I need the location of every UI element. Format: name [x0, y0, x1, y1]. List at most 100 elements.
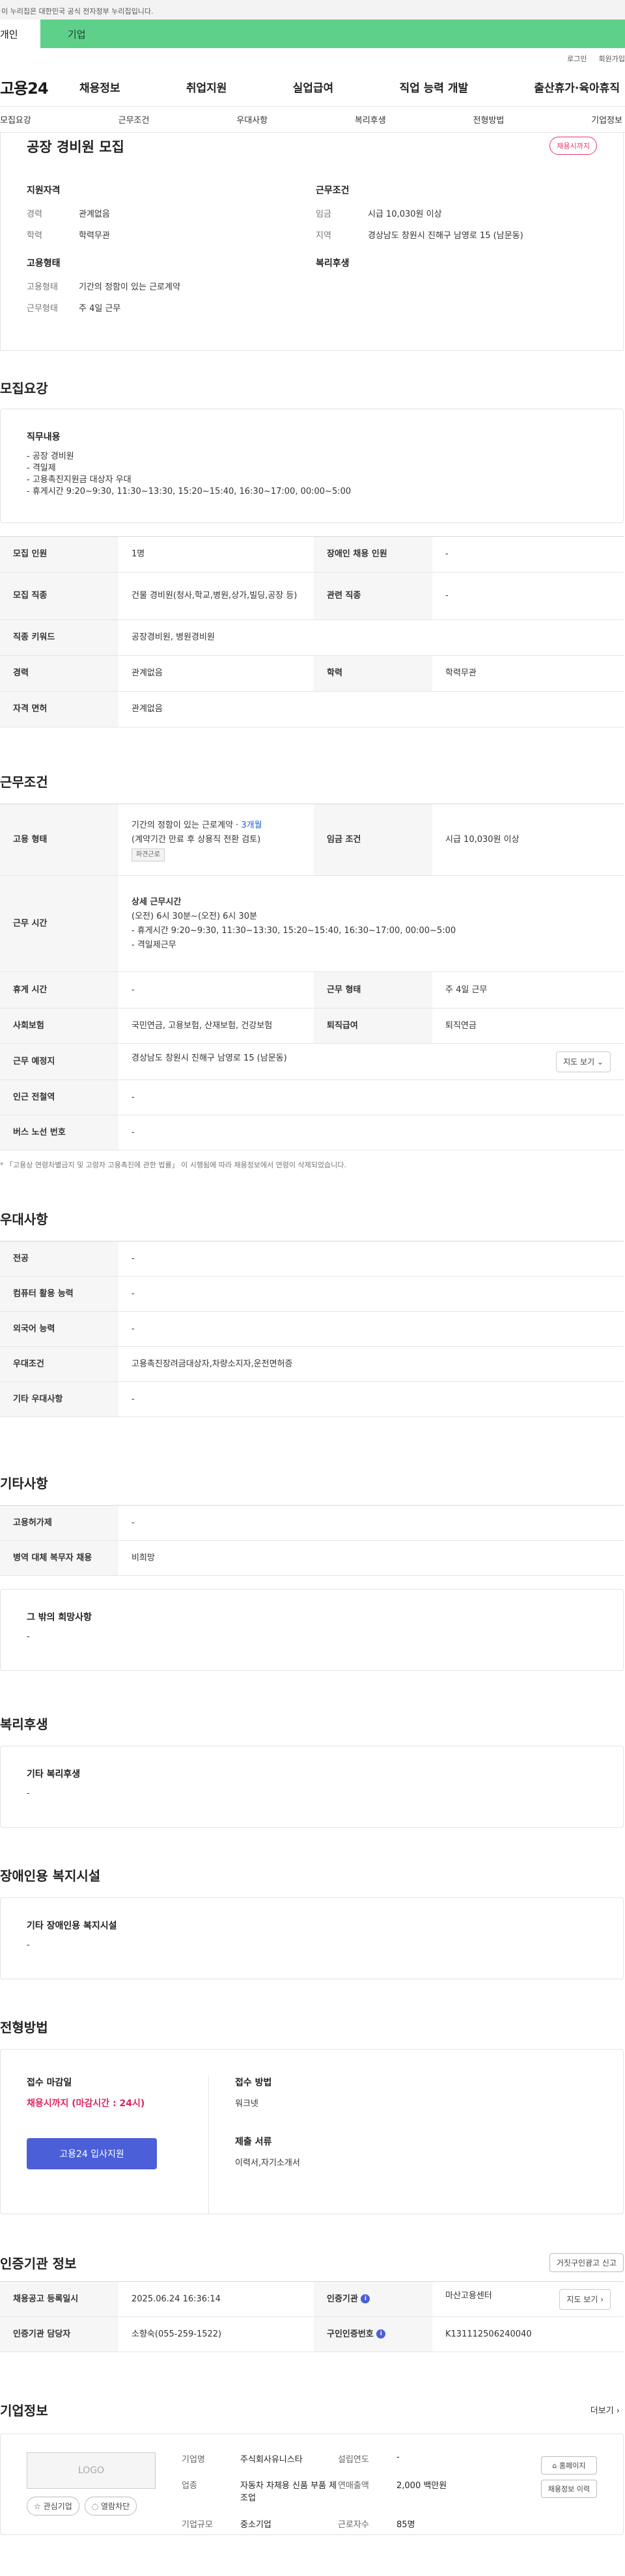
signup-link[interactable]: 회원가입: [599, 53, 625, 68]
gnb-item-vocational-training[interactable]: 직업 능력 개발: [399, 79, 468, 95]
disability-box-title: 기타 장애인용 복지시설: [27, 1921, 117, 1931]
td-related: -: [432, 572, 624, 620]
th-wage: 임금 조건: [314, 804, 432, 876]
duty-line: - 휴게시간 9:20~9:30, 11:30~13:30, 15:20~15:…: [27, 487, 352, 496]
founded-label: 설립연도: [338, 2455, 369, 2465]
td-break: -: [118, 971, 314, 1009]
table-row: 경력 관계없음 학력 학력무관: [0, 655, 624, 692]
kv-value: 시급 10,030원 이상: [368, 210, 442, 219]
anchor-conditions[interactable]: 근무조건: [118, 113, 150, 126]
docs-label: 제출 서류: [235, 2137, 272, 2147]
kv-value: 관계없음: [79, 210, 110, 219]
anchor-screening[interactable]: 전형방법: [473, 113, 505, 126]
table-row: 기타 우대사항 -: [0, 1381, 624, 1417]
kv-key: 지역: [316, 231, 331, 241]
other-title: 기타사항: [0, 1476, 48, 1491]
sales-label: 연매출액: [338, 2481, 369, 2491]
recruit-table: 모집 인원 1명 장애인 채용 인원 - 모집 직종 건물 경비원(청사,학교,…: [0, 536, 624, 727]
interest-company-button[interactable]: ☆ 관심기업: [27, 2497, 79, 2515]
kv-key: 임금: [316, 210, 331, 219]
td-reg-date: 2025.06.24 16:36:14: [118, 2281, 314, 2317]
login-link[interactable]: 로그인: [567, 53, 587, 68]
td-work-time: 상세 근무시간 (오전) 6시 30분~(오전) 6시 30분 - 휴게시간 9…: [118, 875, 624, 972]
block-view-button[interactable]: ◌ 열람차단: [84, 2497, 137, 2515]
company-section: 기업정보 더보기 › LOGO ☆ 관심기업 ◌ 열람차단 기업명 주식회사유니스…: [0, 2400, 625, 2535]
disability-box: 기타 장애인용 복지시설 -: [0, 1897, 624, 1979]
th-agency: 인증기관 i: [314, 2281, 432, 2317]
conditions-heading: 근무조건: [316, 185, 350, 196]
anchor-recruit[interactable]: 모집요강: [0, 113, 31, 126]
preference-title: 우대사항: [0, 1212, 48, 1227]
company-more-link[interactable]: 더보기 ›: [590, 2404, 620, 2416]
table-row: 인증기관 담당자 소향숙(055-259-1522) 구인인증번호 i K131…: [0, 2316, 624, 2352]
td-etc-pref: -: [118, 1381, 624, 1417]
td-headcount: 1명: [118, 536, 314, 573]
recruit-title: 모집요강: [0, 381, 48, 396]
apply-button[interactable]: 고용24 입사지원: [27, 2138, 157, 2169]
industry-value: 자동차 차체용 신품 부품 제조업: [240, 2481, 337, 2504]
utility-links: 로그인 회원가입: [0, 48, 625, 68]
anchor-preference[interactable]: 우대사항: [236, 113, 268, 126]
kv-value: 기간의 정함이 있는 근로계약: [79, 282, 180, 292]
th-keyword: 직종 키워드: [0, 619, 118, 656]
emp-note: (계약기간 만료 후 상용직 전환 검토): [132, 834, 261, 845]
anchor-welfare[interactable]: 복리후생: [355, 113, 386, 126]
th-auth-number: 구인인증번호 i: [314, 2316, 432, 2352]
gov-banner-text: 이 누리집은 대한민국 공식 전자정부 누리집입니다.: [1, 7, 154, 16]
report-fake-ad-button[interactable]: 거짓구인광고 신고: [549, 2253, 624, 2272]
gnb-item-parental-leave[interactable]: 출산휴가·육아휴직: [534, 79, 620, 95]
company-header: 기업정보 더보기 ›: [0, 2400, 625, 2419]
dispatch-tag: 파견근로: [132, 848, 165, 861]
tab-company[interactable]: 기업: [40, 20, 625, 48]
hiring-history-button[interactable]: 채용정보 이력: [540, 2480, 597, 2498]
td-computer: -: [118, 1276, 624, 1312]
status-badge: 채용시까지: [549, 137, 597, 155]
td-agency: 마산고용센터 지도 보기 ›: [432, 2281, 624, 2317]
th-related: 관련 직종: [314, 572, 432, 620]
company-name-label: 기업명: [182, 2455, 205, 2465]
th-job: 모집 직종: [0, 572, 118, 620]
info-icon[interactable]: i: [361, 2294, 370, 2303]
wish-value: -: [27, 1632, 30, 1642]
agency-map-button[interactable]: 지도 보기 ›: [559, 2288, 611, 2310]
disability-box-value: -: [27, 1940, 30, 1950]
method-label: 접수 방법: [235, 2078, 272, 2088]
conditions-table: 고용 형태 기간의 정함이 있는 근로계약 · 3개월 (계약기간 만료 후 상…: [0, 804, 624, 1150]
th-bus: 버스 노선 번호: [0, 1115, 118, 1150]
kv-value: 학력무관: [79, 231, 110, 241]
tab-personal[interactable]: 개인: [0, 20, 40, 48]
time-line: 상세 근무시간: [132, 897, 182, 907]
agency-value: 마산고용센터: [445, 2290, 492, 2301]
welfare-heading: 복리후생: [316, 258, 350, 269]
cert-title: 인증기관 정보: [0, 2256, 77, 2271]
th-career: 경력: [0, 655, 118, 692]
conditions-title: 근무조건: [0, 774, 48, 790]
map-view-button[interactable]: 지도 보기 ⌄: [556, 1051, 611, 1072]
th-manager: 인증기관 담당자: [0, 2316, 118, 2352]
table-row: 직종 키워드 공장경비원, 병원경비원: [0, 619, 624, 656]
gnb-item-unemployment-benefit[interactable]: 실업급여: [293, 79, 334, 95]
homepage-button[interactable]: ⌂ 홈페이지: [540, 2456, 597, 2474]
site-logo[interactable]: 고용24: [0, 75, 79, 98]
staff-value: 85명: [396, 2519, 415, 2530]
time-line: (오전) 6시 30분~(오전) 6시 30분: [132, 911, 258, 921]
table-row: 근무 시간 상세 근무시간 (오전) 6시 30분~(오전) 6시 30분 - …: [0, 875, 624, 972]
table-row: 컴퓨터 활용 능력 -: [0, 1276, 624, 1312]
conditions-section: 근무조건 고용 형태 기간의 정함이 있는 근로계약 · 3개월 (계약기간 만…: [0, 772, 625, 1170]
emp-type-text: 기간의 정함이 있는 근로계약 ·: [132, 820, 242, 830]
th-emp: 고용 형태: [0, 804, 118, 876]
th-license: 자격 면허: [0, 691, 118, 727]
th-place: 근무 예정지: [0, 1043, 118, 1080]
gnb-item-employment-support[interactable]: 취업지원: [186, 79, 227, 95]
anchor-company[interactable]: 기업정보: [591, 113, 622, 126]
info-icon[interactable]: i: [376, 2329, 386, 2339]
gnb-item-jobs[interactable]: 채용정보: [79, 79, 120, 95]
summary-education: 학력 학력무관: [27, 228, 316, 241]
preference-section: 우대사항 전공 - 컴퓨터 활용 능력 - 외국어 능력 - 우대조건 고용촉진장려금대…: [0, 1209, 625, 1417]
gov-banner: 이 누리집은 대한민국 공식 전자정부 누리집입니다.: [0, 0, 625, 20]
th-retire: 퇴직급여: [314, 1008, 432, 1044]
welfare-section: 복리후생 기타 복리후생 -: [0, 1714, 625, 1828]
summary-card: 공장 경비원 모집 채용시까지 지원자격 경력 관계없음 학력 학력무관 고용형태 …: [0, 133, 624, 351]
th-disabled: 장애인 채용 인원: [314, 536, 432, 573]
td-major: -: [118, 1241, 624, 1277]
